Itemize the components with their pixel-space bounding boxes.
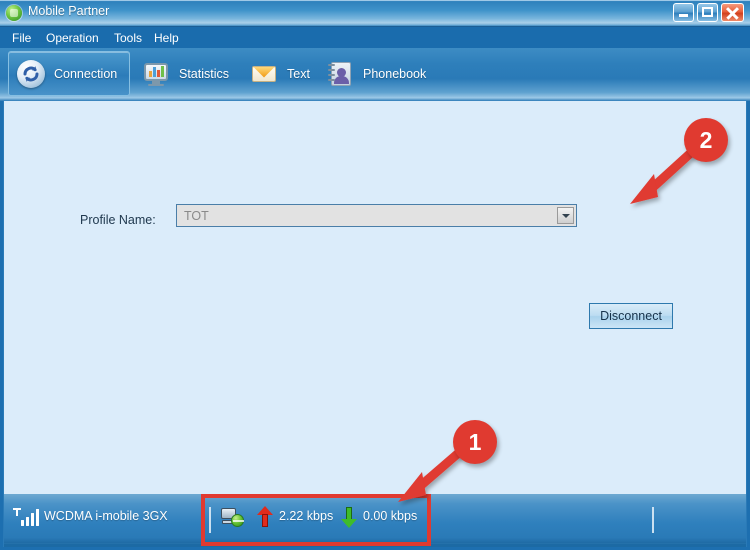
toolbar-tab-statistics-label: Statistics xyxy=(179,66,230,81)
toolbar-tab-connection-label: Connection xyxy=(54,66,118,81)
maximize-button[interactable] xyxy=(697,3,718,22)
phonebook-contacts-icon xyxy=(326,60,354,88)
chevron-down-icon[interactable] xyxy=(557,207,574,224)
status-network-label: WCDMA i-mobile 3GX xyxy=(44,509,168,523)
window-title: Mobile Partner xyxy=(28,4,110,18)
close-button[interactable] xyxy=(721,3,744,22)
app-globe-icon xyxy=(6,5,22,21)
status-separator-right xyxy=(652,507,654,533)
profile-name-value: TOT xyxy=(184,208,209,223)
toolbar-tab-text[interactable]: Text xyxy=(242,51,314,96)
signal-bars-icon xyxy=(13,507,40,527)
toolbar-tab-phonebook[interactable]: Phonebook xyxy=(318,51,438,96)
toolbar-tab-connection[interactable]: Connection xyxy=(8,51,130,96)
toolbar-tab-text-label: Text xyxy=(287,66,310,81)
toolbar: Connection Statistics Text Phonebook xyxy=(0,48,750,101)
annotation-badge-2: 2 xyxy=(684,118,728,162)
title-bar: Mobile Partner xyxy=(0,0,750,26)
statistics-chart-icon xyxy=(142,60,170,88)
text-envelope-icon xyxy=(250,60,278,88)
annotation-badge-1: 1 xyxy=(453,420,497,464)
annotation-arrow-2 xyxy=(622,146,702,208)
menu-item-help[interactable]: Help xyxy=(150,30,183,46)
connection-refresh-icon xyxy=(17,59,45,88)
profile-name-combobox[interactable]: TOT xyxy=(176,204,577,227)
application-window: Mobile Partner File Operation Tools Help xyxy=(0,0,750,550)
disconnect-button[interactable]: Disconnect xyxy=(589,303,673,329)
profile-name-label: Profile Name: xyxy=(80,213,156,227)
minimize-button[interactable] xyxy=(673,3,694,22)
menu-item-file[interactable]: File xyxy=(8,30,35,46)
toolbar-tab-statistics[interactable]: Statistics xyxy=(134,51,238,96)
menu-item-operation[interactable]: Operation xyxy=(42,30,103,46)
menu-item-tools[interactable]: Tools xyxy=(110,30,146,46)
menu-bar: File Operation Tools Help xyxy=(0,26,750,49)
toolbar-tab-phonebook-label: Phonebook xyxy=(363,66,427,81)
